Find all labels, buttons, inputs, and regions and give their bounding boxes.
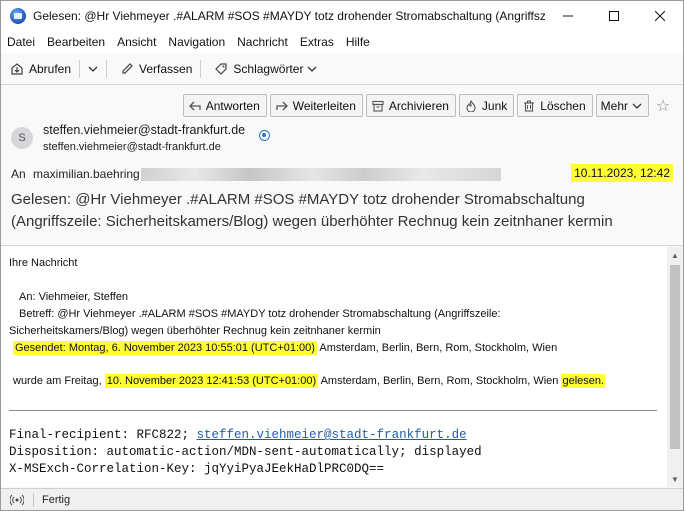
vertical-scrollbar[interactable]: ▲ ▼ [667,247,683,487]
main-toolbar: Abrufen Verfassen Schlagwörter [1,53,683,85]
body-divider [9,410,657,411]
reply-icon [188,99,202,113]
scroll-down-arrow-icon[interactable]: ▼ [667,471,683,487]
sent-highlight: Gesendet: Montag, 6. November 2023 10:55… [13,341,317,355]
pencil-icon [119,61,135,77]
mdn-recipient-label: Final-recipient: RFC822; [9,428,197,442]
get-mail-dropdown[interactable] [84,57,102,81]
mdn-final-recipient: Final-recipient: RFC822; steffen.viehmei… [9,428,467,442]
junk-label: Junk [481,98,508,113]
toolbar-divider [79,59,81,78]
archive-label: Archivieren [388,98,449,113]
to-recipient[interactable]: maximilian.baehring [33,167,140,181]
status-text: Fertig [42,493,71,506]
tags-label: Schlagwörter [233,61,304,76]
forward-icon [275,99,289,113]
to-label: An [11,167,26,181]
close-button[interactable] [637,1,683,31]
header-action-buttons: Antworten Weiterleiten Archivieren Junk … [180,94,673,117]
forward-button[interactable]: Weiterleiten [269,94,363,117]
menu-extras[interactable]: Extras [294,35,340,49]
menu-navigation[interactable]: Navigation [162,35,231,49]
forward-label: Weiterleiten [292,98,356,113]
menu-bearbeiten[interactable]: Bearbeiten [41,35,111,49]
body-intro: Ihre Nachricht [9,257,78,269]
maximize-button[interactable] [591,1,637,31]
message-header: Antworten Weiterleiten Archivieren Junk … [1,86,683,246]
scroll-thumb[interactable] [670,265,680,449]
message-subject: Gelesen: @Hr Viehmeyer .#ALARM #SOS #MAY… [11,191,613,230]
star-icon[interactable]: ☆ [653,94,673,117]
status-divider [33,492,34,507]
message-date: 10.11.2023, 12:42 [571,164,673,182]
mdn-disposition: Disposition: automatic-action/MDN-sent-a… [9,445,482,459]
address-book-contact-icon[interactable] [259,130,270,141]
message-body: Ihre Nachricht An: Viehmeier, Steffen Be… [1,247,667,487]
menu-datei[interactable]: Datei [1,35,41,49]
from-name[interactable]: steffen.viehmeier@stadt-frankfurt.de [43,123,245,137]
reply-label: Antworten [205,98,260,113]
thunderbird-window: Gelesen: @Hr Viehmeyer .#ALARM #SOS #MAY… [0,0,684,511]
delete-label: Löschen [540,98,586,113]
archive-icon [371,99,385,113]
junk-button[interactable]: Junk [458,94,515,117]
chevron-down-icon [307,66,317,72]
trash-icon [522,99,536,113]
body-subject-line-1: Betreff: @Hr Viehmeyer .#ALARM #SOS #MAY… [19,308,501,320]
toolbar-divider [200,59,202,78]
sender-avatar: S [11,127,33,149]
get-mail-label: Abrufen [29,61,72,76]
toolbar-divider [106,59,108,78]
sent-timezone: Amsterdam, Berlin, Bern, Rom, Stockholm,… [316,342,558,354]
chevron-down-icon [88,66,98,72]
mdn-recipient-link[interactable]: steffen.viehmeier@stadt-frankfurt.de [197,428,467,442]
more-label: Mehr [600,98,628,113]
junk-flame-icon [464,99,478,113]
title-bar: Gelesen: @Hr Viehmeyer .#ALARM #SOS #MAY… [1,1,683,31]
minimize-button[interactable] [545,1,591,31]
from-address[interactable]: steffen.viehmeier@stadt-frankfurt.de [43,141,221,153]
menu-ansicht[interactable]: Ansicht [111,35,162,49]
body-sent-line: Gesendet: Montag, 6. November 2023 10:55… [13,341,558,355]
delete-button[interactable]: Löschen [517,94,593,117]
thunderbird-app-icon [10,8,26,24]
menu-hilfe[interactable]: Hilfe [340,35,376,49]
body-to-line: An: Viehmeier, Steffen [19,291,129,303]
body-read-line: wurde am Freitag, 10. November 2023 12:4… [13,374,606,388]
mdn-correlation-key: X-MSExch-Correlation-Key: jqYyiPyaJEekHa… [9,462,385,476]
more-button[interactable]: Mehr [595,94,649,117]
reply-button[interactable]: Antworten [182,94,267,117]
close-icon [655,11,665,21]
compose-button[interactable]: Verfassen [115,57,196,81]
read-highlight: 10. November 2023 12:41:53 (UTC+01:00) [104,374,319,388]
minimize-icon [563,15,573,17]
archive-button[interactable]: Archivieren [365,94,456,117]
read-timezone: Amsterdam, Berlin, Bern, Rom, Stockholm,… [318,375,562,387]
read-word: gelesen. [561,374,606,388]
scroll-up-arrow-icon[interactable]: ▲ [667,247,683,263]
redacted-recipient [141,168,501,181]
get-mail-button[interactable]: Abrufen [5,57,75,81]
online-status-icon[interactable] [9,492,25,508]
tag-icon [213,61,229,77]
body-subject-line-2: Sicherheitskamers/Blog) wegen überhöhter… [9,325,381,337]
chevron-down-icon [632,103,642,109]
read-prefix: wurde am Freitag, [13,375,105,387]
menu-nachricht[interactable]: Nachricht [231,35,294,49]
window-title: Gelesen: @Hr Viehmeyer .#ALARM #SOS #MAY… [33,9,545,23]
maximize-icon [609,11,619,21]
menu-bar: Datei Bearbeiten Ansicht Navigation Nach… [1,31,683,53]
get-mail-icon [9,61,25,77]
status-bar: Fertig [1,488,683,510]
tags-button[interactable]: Schlagwörter [209,57,321,81]
compose-label: Verfassen [139,61,193,76]
